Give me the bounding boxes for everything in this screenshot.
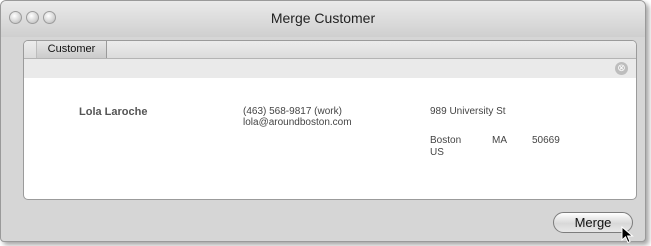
- tab-strip: Customer: [24, 41, 636, 59]
- customer-state: MA: [492, 135, 507, 146]
- customer-name: Lola Laroche: [79, 106, 148, 118]
- customer-zip: 50669: [532, 135, 560, 146]
- customer-email: lola@aroundboston.com: [243, 117, 352, 128]
- filter-bar: ⊗: [24, 59, 636, 78]
- tab-customer[interactable]: Customer: [36, 41, 107, 58]
- customer-country: US: [430, 147, 444, 158]
- clear-circle-x-icon[interactable]: ⊗: [615, 62, 628, 75]
- window-title: Merge Customer: [270, 10, 376, 26]
- customer-record[interactable]: Lola Laroche (463) 568-9817 (work) lola@…: [24, 78, 636, 188]
- customer-city: Boston: [430, 135, 462, 146]
- mouse-pointer-icon: [621, 226, 634, 244]
- merge-customer-window: Merge Customer Customer ⊗ Lola Laroche (…: [0, 0, 646, 242]
- customer-street: 989 University St: [430, 106, 506, 117]
- title-bar: Merge Customer: [1, 1, 645, 37]
- customer-tab-panel: Customer ⊗ Lola Laroche (463) 568-9817 (…: [23, 40, 637, 200]
- customer-phone: (463) 568-9817 (work): [243, 106, 342, 117]
